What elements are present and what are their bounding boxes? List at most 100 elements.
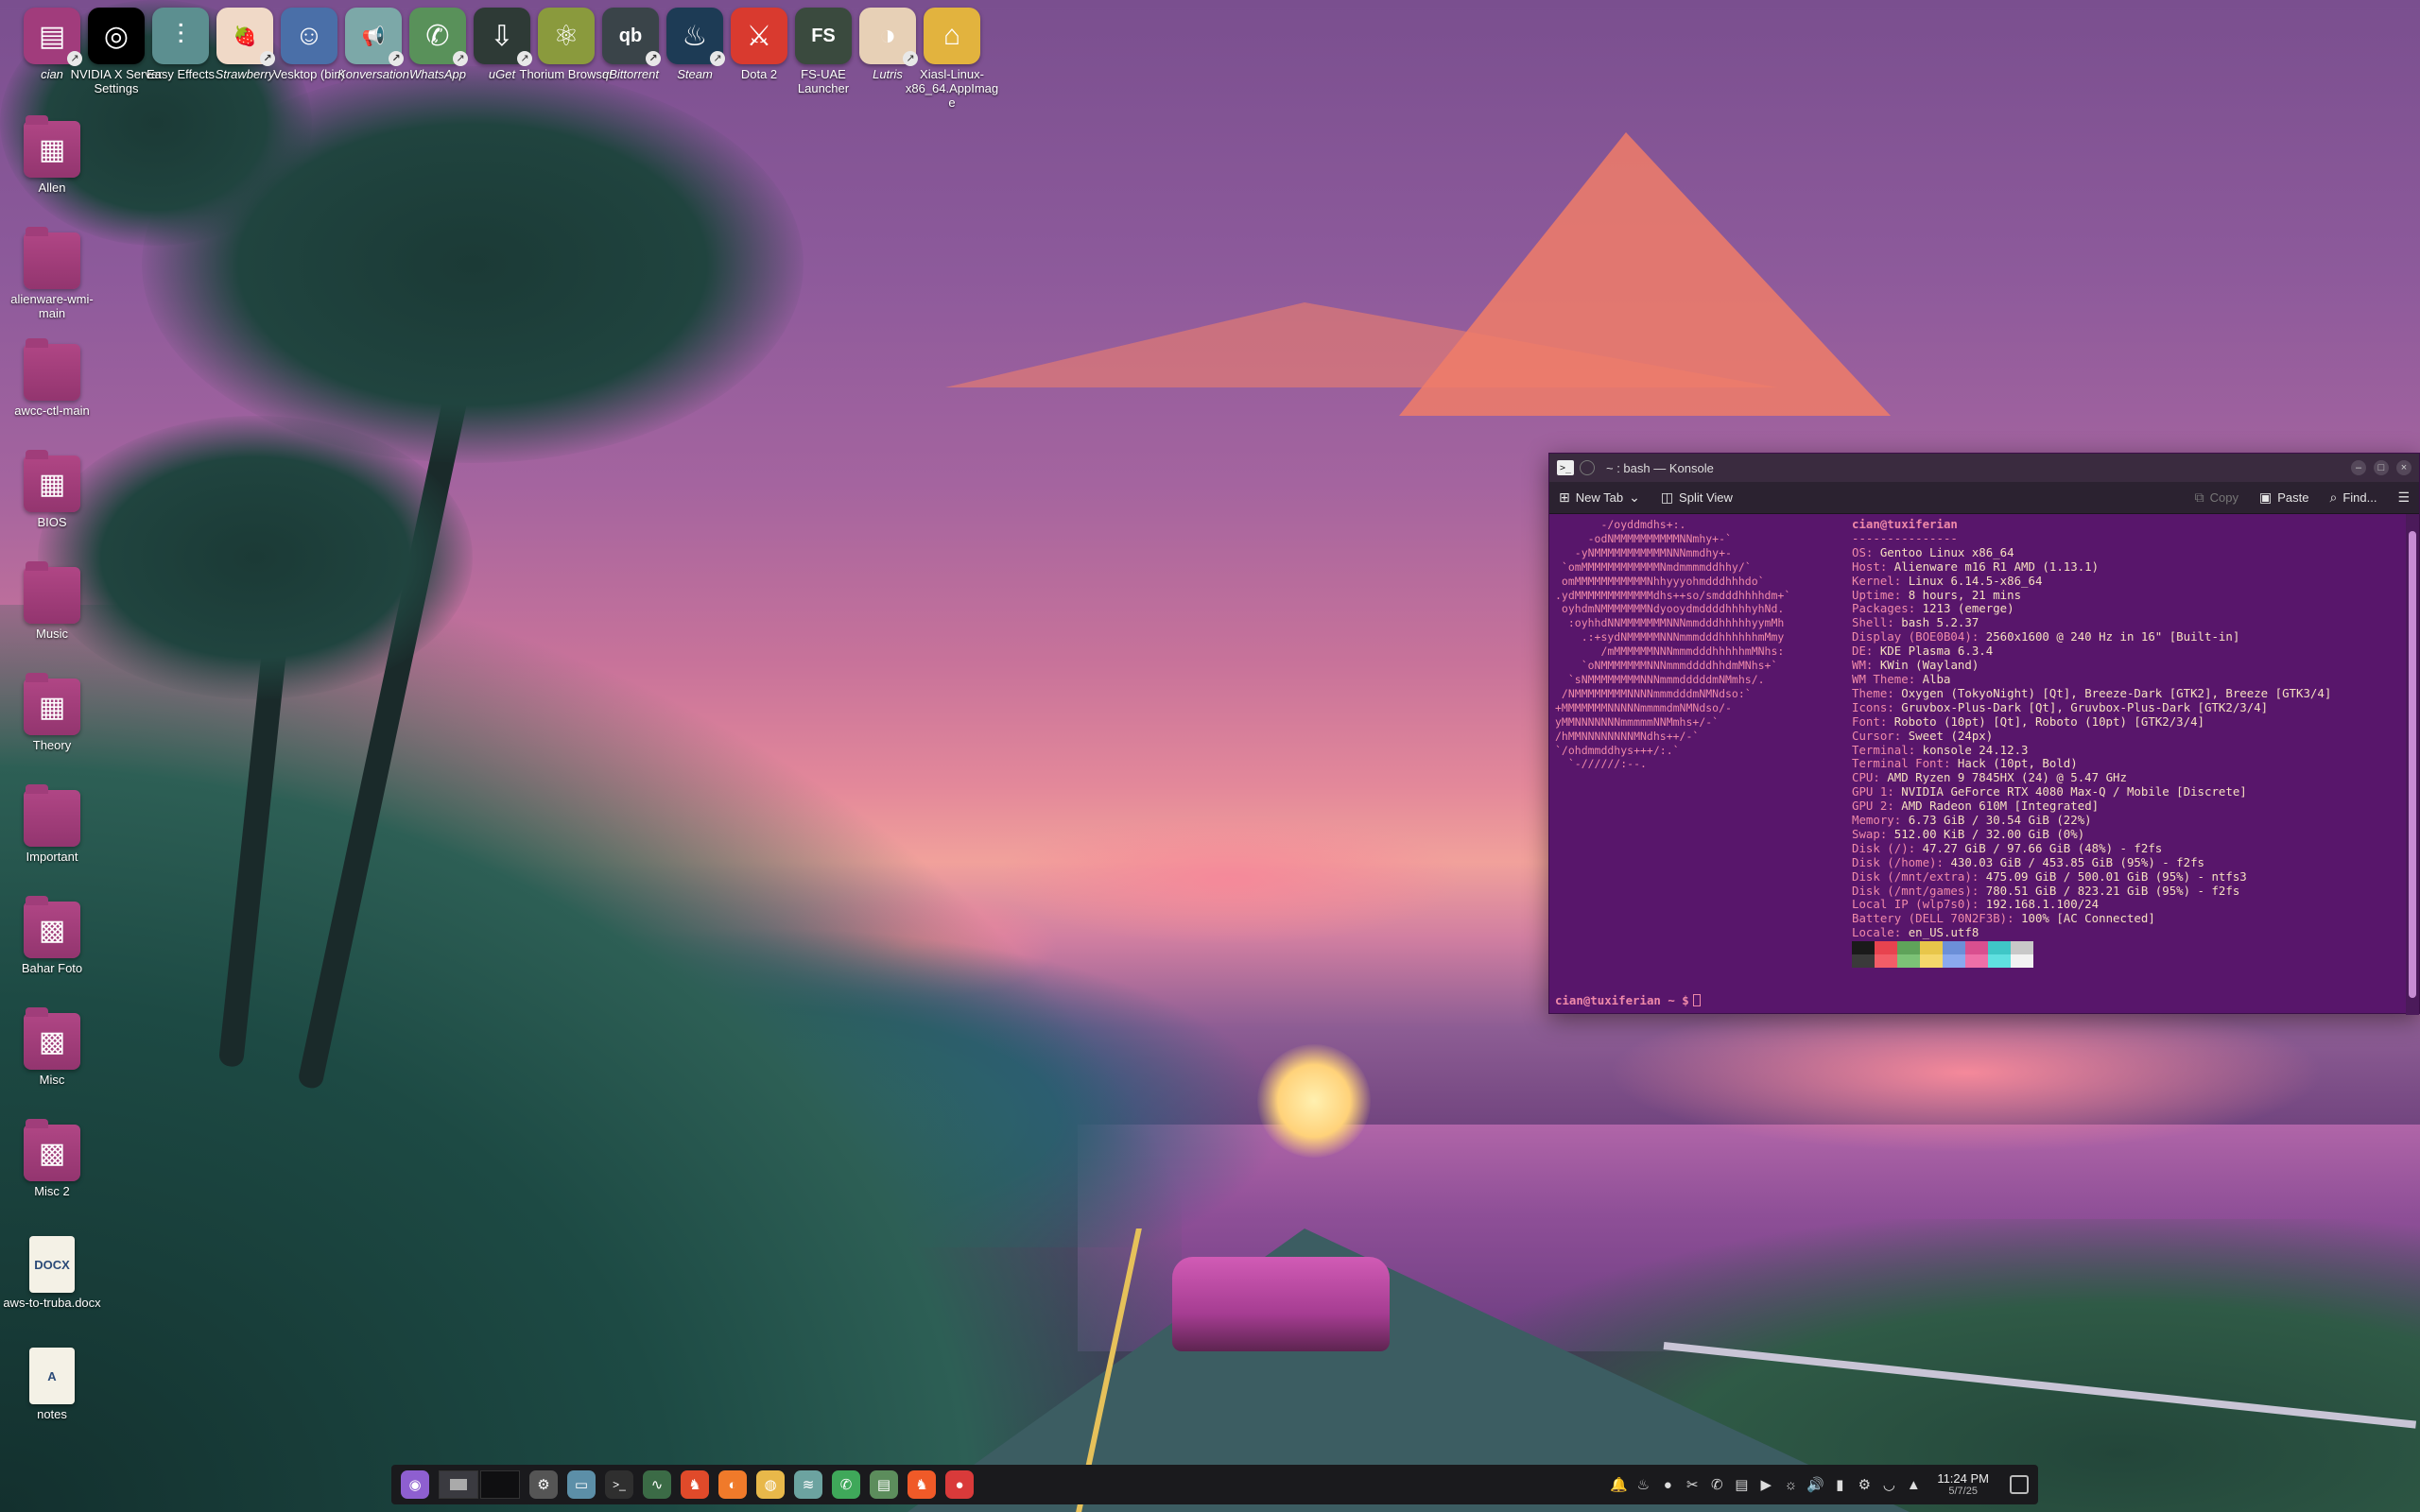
info-key: Host	[1852, 558, 1880, 574]
whatsapp-icon[interactable]: ✆	[832, 1470, 860, 1499]
hamburger-menu-button[interactable]: ☰	[2397, 490, 2410, 506]
split-view-button[interactable]: ◫ Split View	[1661, 490, 1733, 506]
scrollbar[interactable]	[2406, 514, 2419, 1015]
info-row: GPU 1: NVIDIA GeForce RTX 4080 Max-Q / M…	[1852, 784, 2331, 799]
virtual-desktop-1[interactable]	[439, 1470, 478, 1499]
desktop-icon[interactable]: awcc-ctl-main	[7, 338, 97, 418]
maximize-button[interactable]: □	[2374, 460, 2389, 475]
digital-clock[interactable]: 11:24 PM 5/7/25	[1937, 1471, 1989, 1498]
desktop-icon[interactable]: ⌂ Xiasl-Linux-x86_64.AppImage	[906, 8, 998, 110]
window-titlebar[interactable]: >_ ~ : bash — Konsole – □ ×	[1549, 454, 2419, 482]
folder-preview-icon: ▦	[24, 115, 80, 178]
wallpaper-sun	[1257, 1044, 1371, 1158]
desktop-icon[interactable]: Important	[7, 784, 97, 864]
settings-icon[interactable]: ⚙	[529, 1470, 558, 1499]
folder-icon	[24, 561, 80, 624]
chrome-icon[interactable]: ◍	[756, 1470, 785, 1499]
desktop-icon[interactable]: ▦ Theory	[7, 673, 97, 752]
desktop-icon-label: awcc-ctl-main	[14, 404, 90, 418]
virtual-desktop-pager[interactable]	[439, 1470, 520, 1499]
konsole-app-icon[interactable]: >_	[1557, 460, 1574, 475]
palette-swatch	[1920, 941, 1943, 954]
desktop-icon[interactable]: alienware-wmi-main	[7, 227, 97, 320]
info-colon: :	[2007, 911, 2022, 926]
virtual-desktop-2[interactable]	[480, 1470, 520, 1499]
info-key: WM	[1852, 658, 1866, 673]
minimize-button[interactable]: –	[2351, 460, 2366, 475]
desktop-icon-label: Theory	[32, 738, 72, 752]
desktop-icon[interactable]: Anotes	[7, 1348, 97, 1421]
wifi-icon[interactable]: ◡	[1880, 1476, 1897, 1493]
whatsapp-tray-icon[interactable]: ✆	[1708, 1476, 1725, 1493]
info-colon: :	[1887, 799, 1902, 814]
terminal-area[interactable]: -/oyddmdhs+:. -odNMMMMMMMMMMNNmhy+-` -yN…	[1549, 514, 2406, 1015]
info-row: Disk (/): 47.27 GiB / 97.66 GiB (48%) - …	[1852, 840, 2331, 856]
info-colon: :	[1908, 671, 1923, 686]
desktop-icon[interactable]: DOCX aws-to-truba.docx	[3, 1236, 101, 1310]
info-key: Uptime	[1852, 587, 1894, 602]
info-row: Kernel: Linux 6.14.5-x86_64	[1852, 573, 2331, 589]
konsole-window[interactable]: >_ ~ : bash — Konsole – □ × ⊞ New Tab ⌄ …	[1548, 453, 2420, 1015]
tools-icon[interactable]: ✂	[1684, 1476, 1701, 1493]
info-colon: :	[1865, 644, 1880, 659]
info-colon: :	[1943, 756, 1958, 771]
brave-icon[interactable]: ♞	[908, 1470, 936, 1499]
dolphin-icon[interactable]: ≋	[794, 1470, 822, 1499]
app-launcher-icon[interactable]: ◉	[401, 1470, 429, 1499]
scrollbar-thumb[interactable]	[2409, 531, 2416, 998]
text-file-icon: A	[29, 1348, 75, 1404]
brightness-icon[interactable]: ☼	[1782, 1477, 1799, 1493]
desktop-icon[interactable]: ▩ Misc	[7, 1007, 97, 1087]
info-row: GPU 2: AMD Radeon 610M [Integrated]	[1852, 799, 2331, 814]
info-key: Icons	[1852, 699, 1888, 714]
info-value: AMD Ryzen 9 7845HX (24) @ 5.47 GHz	[1887, 770, 2127, 785]
info-key: Disk (/home)	[1852, 854, 1937, 869]
desktop-icon[interactable]: ▦ Allen	[7, 115, 97, 195]
desktop-icon[interactable]: ▦ BIOS	[7, 450, 97, 529]
paste-label: Paste	[2277, 490, 2309, 505]
info-value: bash 5.2.37	[1901, 615, 1979, 630]
media-play-icon[interactable]: ▶	[1757, 1476, 1774, 1493]
copy-button[interactable]: ⧉ Copy	[2195, 490, 2238, 506]
volume-icon[interactable]: 🔊	[1806, 1476, 1824, 1493]
window-title: ~ : bash — Konsole	[1606, 460, 1714, 475]
show-desktop-button[interactable]	[2010, 1475, 2029, 1494]
wallpaper-mountain-range	[945, 302, 1777, 387]
steam-tray-icon[interactable]: ♨	[1634, 1476, 1651, 1493]
brave-icon[interactable]: ♞	[681, 1470, 709, 1499]
close-button[interactable]: ×	[2396, 460, 2411, 475]
strawberry-icon[interactable]: ●	[945, 1470, 974, 1499]
expand-tray-icon[interactable]: ▲	[1905, 1477, 1922, 1493]
libreoffice-icon[interactable]: ▤	[870, 1470, 898, 1499]
info-colon: :	[1908, 840, 1923, 855]
info-colon: :	[1971, 629, 1986, 644]
desktop-icon[interactable]: Music	[7, 561, 97, 641]
notification-icon[interactable]: 🔔	[1610, 1476, 1628, 1493]
info-key: Terminal	[1852, 742, 1909, 757]
info-row: WM Theme: Alba	[1852, 671, 2331, 687]
folder-photo-icon: ▩	[24, 1119, 80, 1181]
new-tab-button[interactable]: ⊞ New Tab ⌄	[1559, 490, 1640, 506]
find-button[interactable]: ⌕ Find...	[2329, 490, 2377, 506]
desktop-icon[interactable]: ▩ Misc 2	[7, 1119, 97, 1198]
firefox-icon[interactable]: ◐	[718, 1470, 747, 1499]
wallpaper-cloud	[993, 813, 1465, 945]
system-monitor-icon[interactable]: ∿	[643, 1470, 671, 1499]
gear-icon[interactable]: ⚙	[1856, 1476, 1873, 1493]
clipboard-icon[interactable]: ▤	[1733, 1476, 1750, 1493]
desktop-icon[interactable]: ▩ Bahar Foto	[7, 896, 97, 975]
paste-icon: ▣	[2258, 490, 2273, 505]
paste-button[interactable]: ▣ Paste	[2259, 490, 2308, 506]
folder-icon	[24, 784, 80, 847]
pin-icon[interactable]	[1580, 460, 1595, 475]
info-row: Font: Roboto (10pt) [Qt], Roboto (10pt) …	[1852, 714, 2331, 730]
info-key: Theme	[1852, 685, 1888, 700]
info-value: 780.51 GiB / 823.21 GiB (95%) - f2fs	[1985, 883, 2240, 898]
palette-swatch	[1965, 941, 1988, 954]
info-value: Linux 6.14.5-x86_64	[1908, 573, 2043, 588]
terminal-icon[interactable]: >_	[605, 1470, 633, 1499]
battery-icon[interactable]: ▮	[1831, 1476, 1848, 1493]
file-manager-icon[interactable]: ▭	[567, 1470, 596, 1499]
info-colon: :	[1971, 897, 1986, 912]
strawberry-tray-icon[interactable]: ●	[1659, 1477, 1676, 1493]
